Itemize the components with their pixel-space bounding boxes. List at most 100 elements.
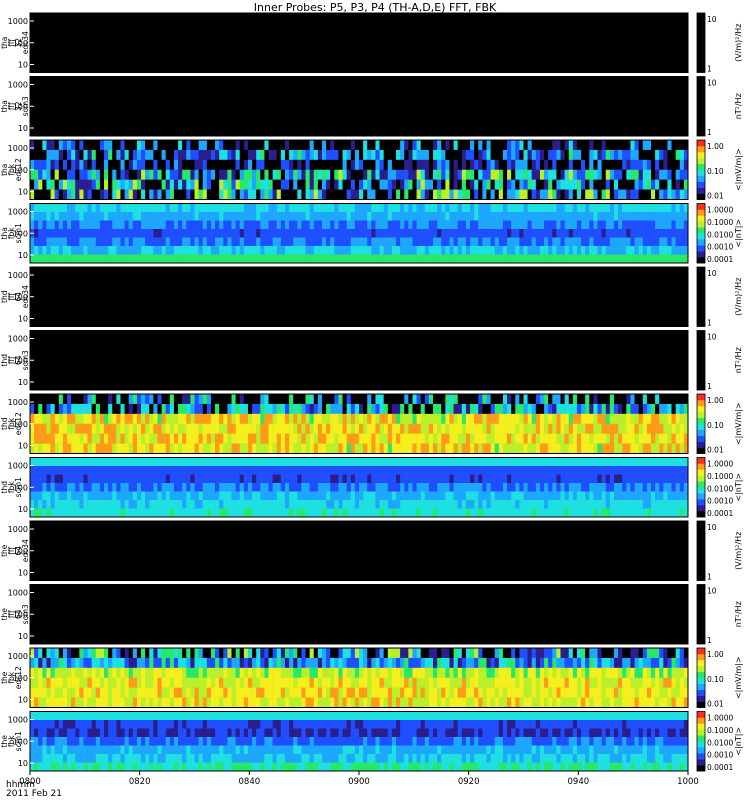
spectrogram-cell [141,648,146,659]
spectrogram-cell [141,169,146,180]
spectrogram-cell [470,433,475,444]
spectrogram-cell [235,159,241,171]
spectrogram-cell [169,648,175,659]
spectrogram-cell [626,237,631,247]
spectrogram-cell [568,413,574,425]
spectrogram-cell [457,491,463,501]
spectrogram-cell [367,140,372,151]
spectrogram-cell [519,677,524,688]
spectrogram-cell [556,423,561,434]
spectrogram-cell [375,159,380,171]
spectrogram-cell [202,667,208,679]
spectrogram-cell [231,413,236,425]
spectrogram-cell [470,466,475,475]
spectrogram-cell [453,212,458,221]
spectrogram-cell [494,179,500,190]
spectrogram-cell [157,229,162,238]
spectrogram-cell [486,169,491,180]
spectrogram-cell [272,212,278,221]
spectrogram-cell [136,403,142,415]
spectrogram-cell [618,189,623,200]
spectrogram-cell [449,483,454,492]
spectrogram-cell [182,203,187,213]
spectrogram-cell [231,667,236,679]
spectrogram-cell [239,648,245,659]
spectrogram-cell [194,466,199,475]
spectrogram-cell [494,508,500,518]
spectrogram-cell [313,169,319,180]
spectrogram-cell [650,169,656,180]
spectrogram-cell [354,677,360,688]
spectrogram-cell [346,483,352,492]
spectrogram-cell [165,179,171,190]
spectrogram-cell [132,500,138,509]
spectrogram-cell [581,483,586,492]
spectrogram-cell [313,254,319,264]
spectrogram-cell [215,413,220,425]
spectrogram-cell [519,169,524,180]
spectrogram-cell [363,212,368,221]
spectrogram-cell [334,212,339,221]
spectrogram-cell [572,220,578,230]
spectrogram-cell [449,179,454,190]
spectrogram-cell [326,254,331,264]
spectrogram-cell [112,483,117,492]
spectrogram-cell [465,394,471,405]
spectrogram-cell [215,159,220,171]
spectrogram-cell [161,140,167,151]
spectrogram-cell [605,237,611,247]
spectrogram-cell [441,237,446,247]
spectrogram-cell [58,657,64,669]
spectrogram-cell [128,443,134,454]
colorbar-step [697,140,705,147]
spectrogram-cell [67,508,72,518]
spectrogram-cell [243,229,249,238]
spectrogram-cell [50,179,55,190]
spectrogram-cell [605,457,611,467]
spectrogram-cell [457,413,463,425]
spectrogram-cell [67,433,72,444]
spectrogram-cell [91,491,97,501]
spectrogram-cell [601,189,607,200]
spectrogram-cell [153,189,158,200]
spectrogram-cell [511,254,516,264]
spectrogram-cell [247,657,253,669]
spectrogram-cell [383,433,389,444]
spectrogram-cell [79,140,84,151]
spectrogram-cell [437,254,442,264]
spectrogram-cell [486,237,491,247]
spectrogram-cell [186,657,191,669]
spectrogram-cell [157,667,162,679]
spectrogram-cell [412,394,417,405]
spectrogram-cell [330,648,335,659]
spectrogram-cell [539,466,545,475]
spectrogram-cell [371,500,376,509]
spectrogram-cell [297,667,302,679]
spectrogram-cell [655,220,660,230]
spectrogram-cell [58,491,64,501]
spectrogram-cell [95,212,101,221]
spectrogram-cell [95,491,101,501]
spectrogram-cell [210,179,216,190]
spectrogram-cell [408,500,413,509]
spectrogram-cell [400,648,405,659]
spectrogram-cell [243,677,249,688]
spectrogram-cell [79,657,84,669]
spectrogram-cell [375,667,380,679]
spectrogram-cell [437,433,442,444]
spectrogram-cell [153,657,158,669]
spectrogram-cell [465,457,471,467]
spectrogram-cell [104,483,109,492]
y-axis-label-line: edc34 [21,31,30,54]
spectrogram-cell [486,657,491,669]
spectrogram-cell [321,212,327,221]
spectrogram-cell [194,433,199,444]
spectrogram-cell [268,159,273,171]
spectrogram-cell [169,203,175,213]
spectrogram-cell [95,483,101,492]
spectrogram-cell [572,508,578,518]
spectrogram-cell [379,394,384,405]
spectrogram-cell [297,433,302,444]
spectrogram-cell [75,423,80,434]
spectrogram-cell [276,229,282,238]
